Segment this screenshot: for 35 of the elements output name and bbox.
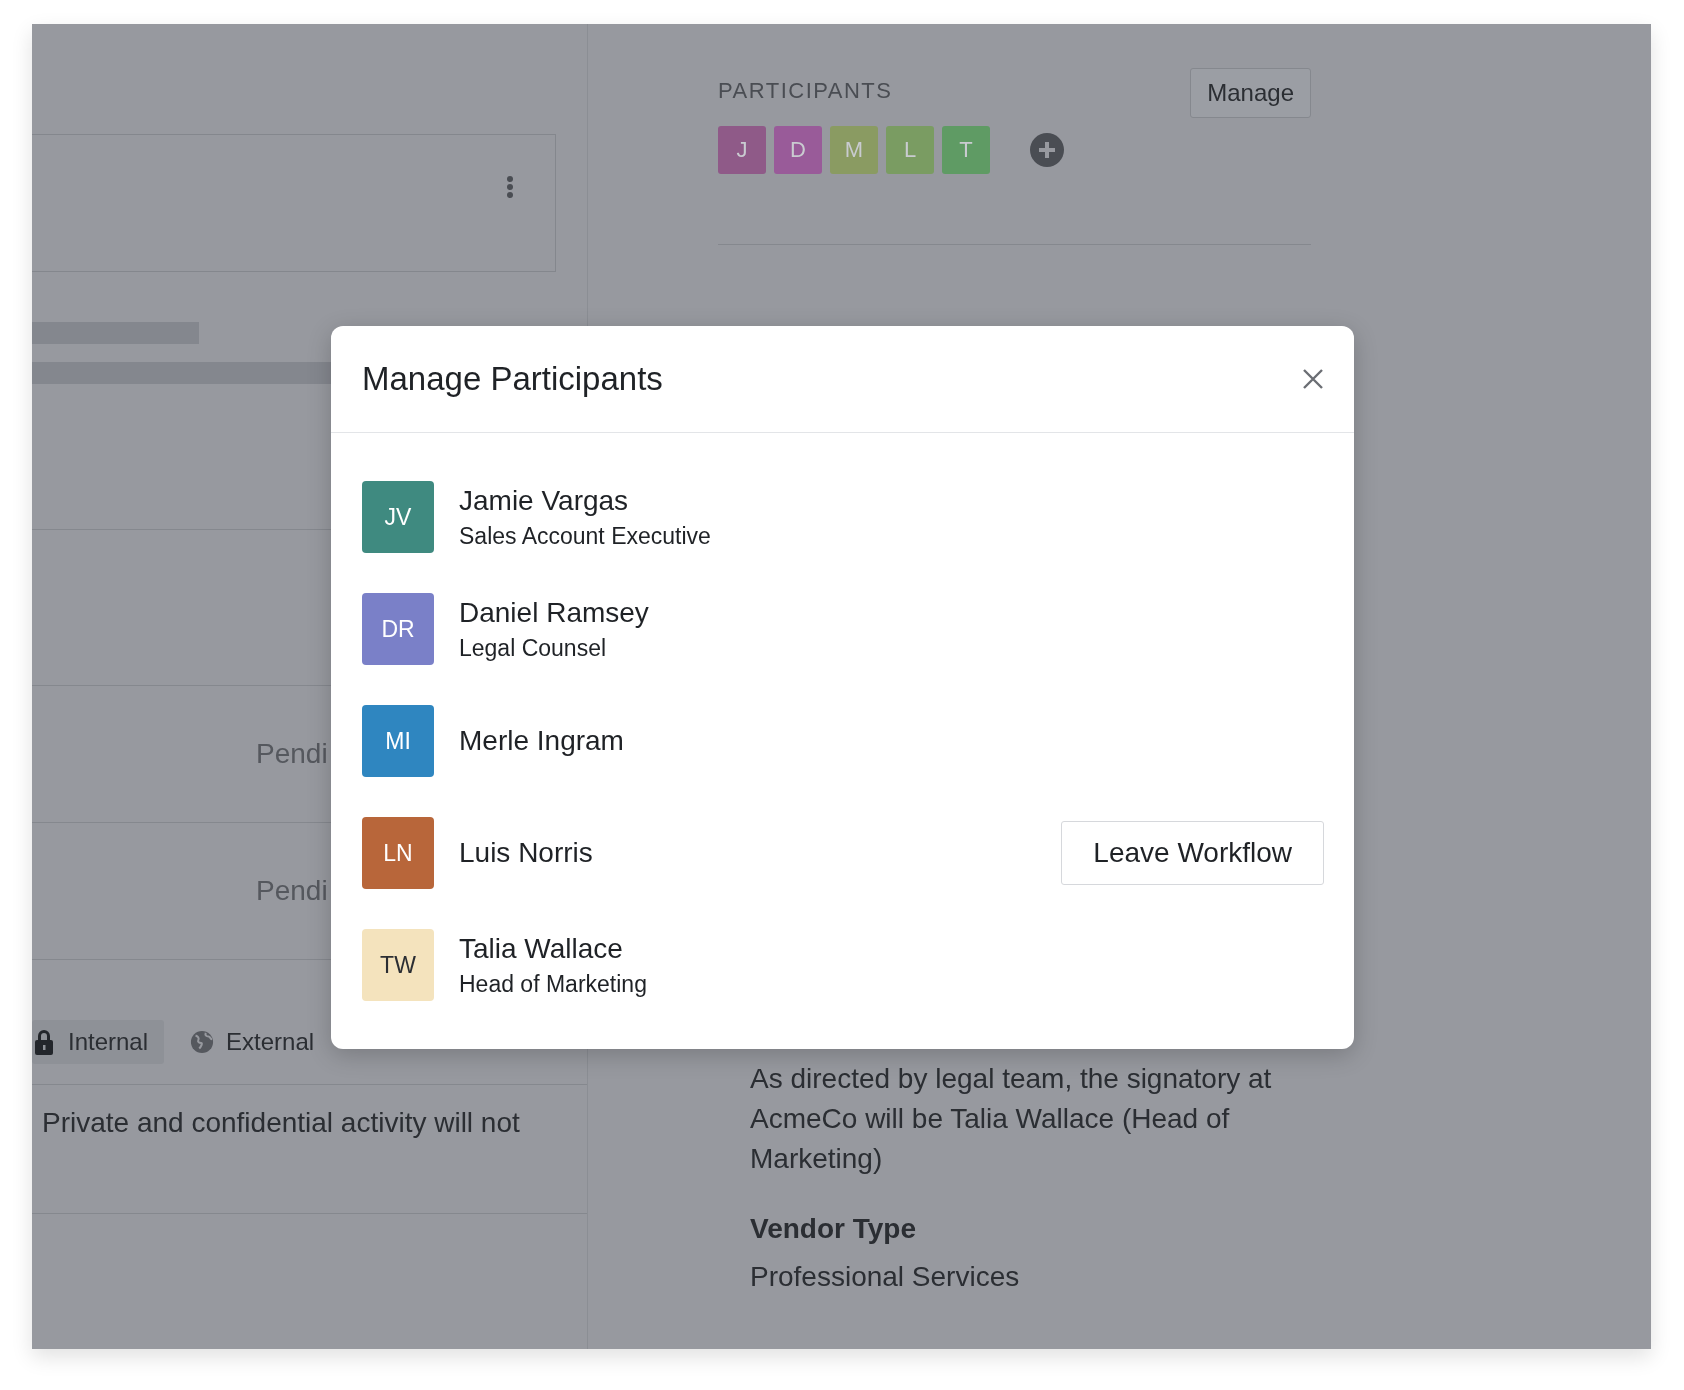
participant-name: Merle Ingram: [459, 725, 625, 757]
participant-avatar: JV: [362, 481, 434, 553]
lock-icon: [32, 1029, 56, 1055]
participant-avatar[interactable]: L: [886, 126, 934, 174]
participant-avatar: LN: [362, 817, 434, 889]
participant-name: Jamie Vargas: [459, 484, 630, 517]
participant-avatar[interactable]: D: [774, 126, 822, 174]
field-label: Vendor Type: [750, 1213, 917, 1245]
leave-workflow-button[interactable]: Leave Workflow: [1061, 821, 1324, 885]
manage-button[interactable]: Manage: [1190, 68, 1311, 118]
participant-name: Daniel Ramsey: [459, 596, 650, 629]
notice-text: Private and confidential activity will not: [42, 1107, 521, 1139]
participant-avatar: DR: [362, 593, 434, 665]
participant-role: Head of Marketing: [459, 970, 648, 998]
kebab-menu-icon[interactable]: [506, 175, 514, 199]
description-text: As directed by legal team, the signatory at AcmeCo will be Talia Wallace (Head of Marketing): [750, 1062, 1273, 1176]
participant-avatar: TW: [362, 929, 434, 1001]
participant-avatar[interactable]: J: [718, 126, 766, 174]
add-icon[interactable]: [1030, 133, 1064, 167]
participant-role: Sales Account Executive: [459, 522, 712, 550]
modal-title: Manage Participants: [362, 360, 663, 398]
status-text: Pendi: [255, 875, 328, 907]
visibility-tab[interactable]: External: [176, 1020, 331, 1064]
participant-name: Luis Norris: [459, 837, 594, 869]
participant-role: Legal Counsel: [459, 634, 608, 662]
participant-avatar[interactable]: T: [942, 126, 990, 174]
field-value: Professional Services: [750, 1261, 1021, 1293]
globe-icon: [190, 1029, 215, 1055]
participant-name: Talia Wallace: [459, 932, 624, 965]
participant-avatar[interactable]: M: [830, 126, 878, 174]
visibility-tab[interactable]: Internal: [32, 1020, 165, 1064]
section-heading: PARTICIPANTS: [718, 78, 893, 104]
status-text: Pendi: [255, 738, 328, 770]
close-icon[interactable]: [1302, 368, 1324, 390]
participant-avatar: MI: [362, 705, 434, 777]
